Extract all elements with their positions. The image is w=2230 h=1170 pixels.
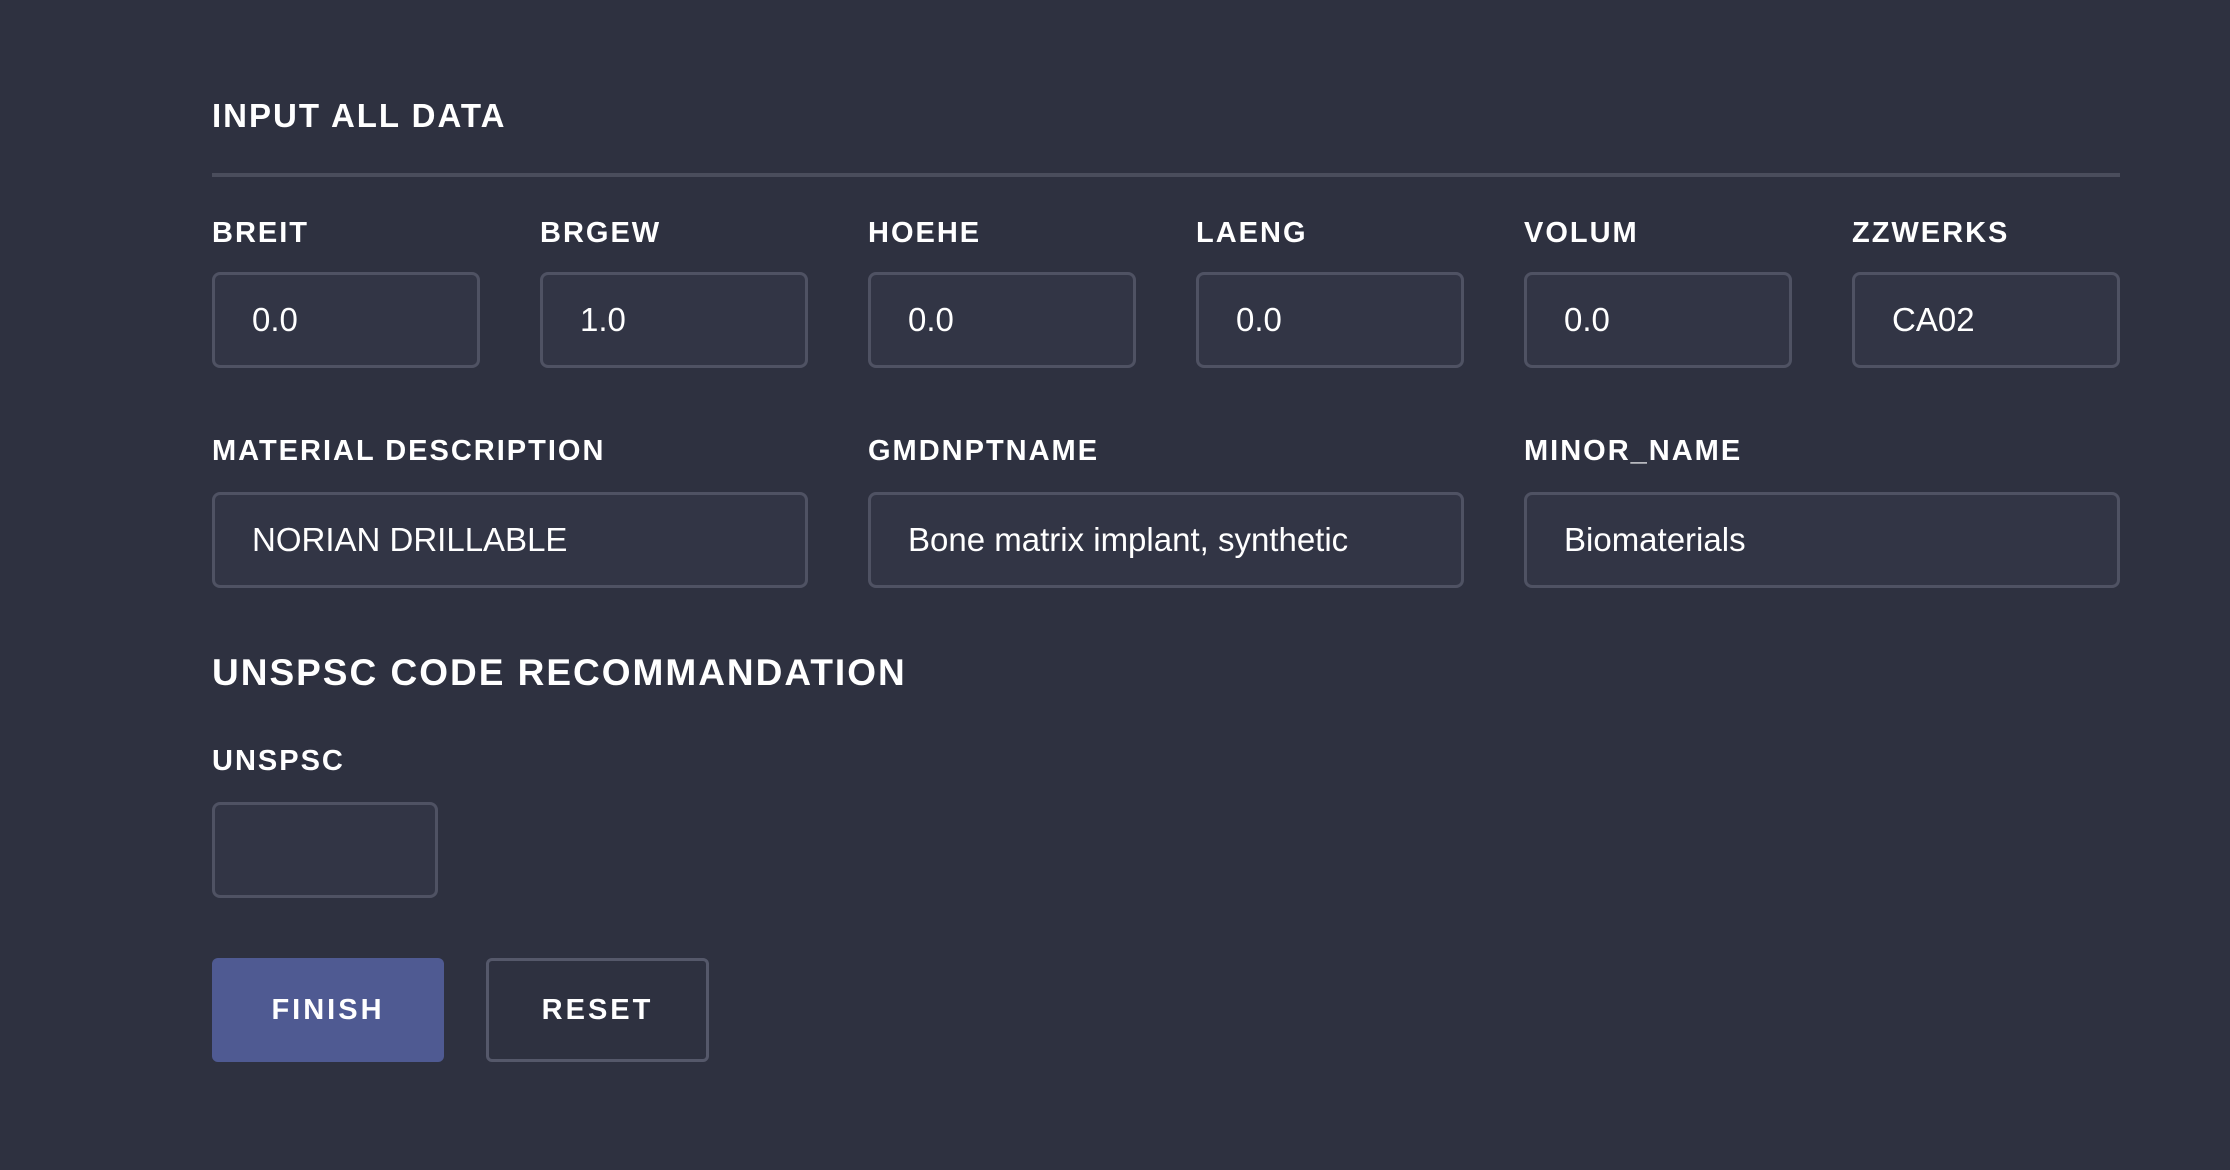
gmdnptname-input[interactable] <box>868 492 1464 588</box>
reset-button[interactable]: RESET <box>486 958 709 1062</box>
brgew-input[interactable] <box>540 272 808 368</box>
laeng-label: LAENG <box>1196 217 1308 249</box>
input-all-data-heading: INPUT ALL DATA <box>212 97 507 134</box>
brgew-label: BRGEW <box>540 217 662 249</box>
volum-input[interactable] <box>1524 272 1792 368</box>
gmdnptname-label: GMDNPTNAME <box>868 435 1100 467</box>
hoehe-input[interactable] <box>868 272 1136 368</box>
unspsc-input[interactable] <box>212 802 438 898</box>
hoehe-label: HOEHE <box>868 217 982 249</box>
laeng-input[interactable] <box>1196 272 1464 368</box>
material-description-label: MATERIAL DESCRIPTION <box>212 435 606 467</box>
breit-label: BREIT <box>212 217 309 249</box>
zzwerks-input[interactable] <box>1852 272 2120 368</box>
section-divider <box>212 173 2120 177</box>
material-description-input[interactable] <box>212 492 808 588</box>
minor-name-label: MINOR_NAME <box>1524 435 1743 467</box>
zzwerks-label: ZZWERKS <box>1852 217 2010 249</box>
minor-name-input[interactable] <box>1524 492 2120 588</box>
unspsc-label: UNSPSC <box>212 745 345 777</box>
unspsc-recommendation-heading: UNSPSC CODE RECOMMANDATION <box>212 652 907 693</box>
breit-input[interactable] <box>212 272 480 368</box>
finish-button[interactable]: FINISH <box>212 958 444 1062</box>
volum-label: VOLUM <box>1524 217 1639 249</box>
